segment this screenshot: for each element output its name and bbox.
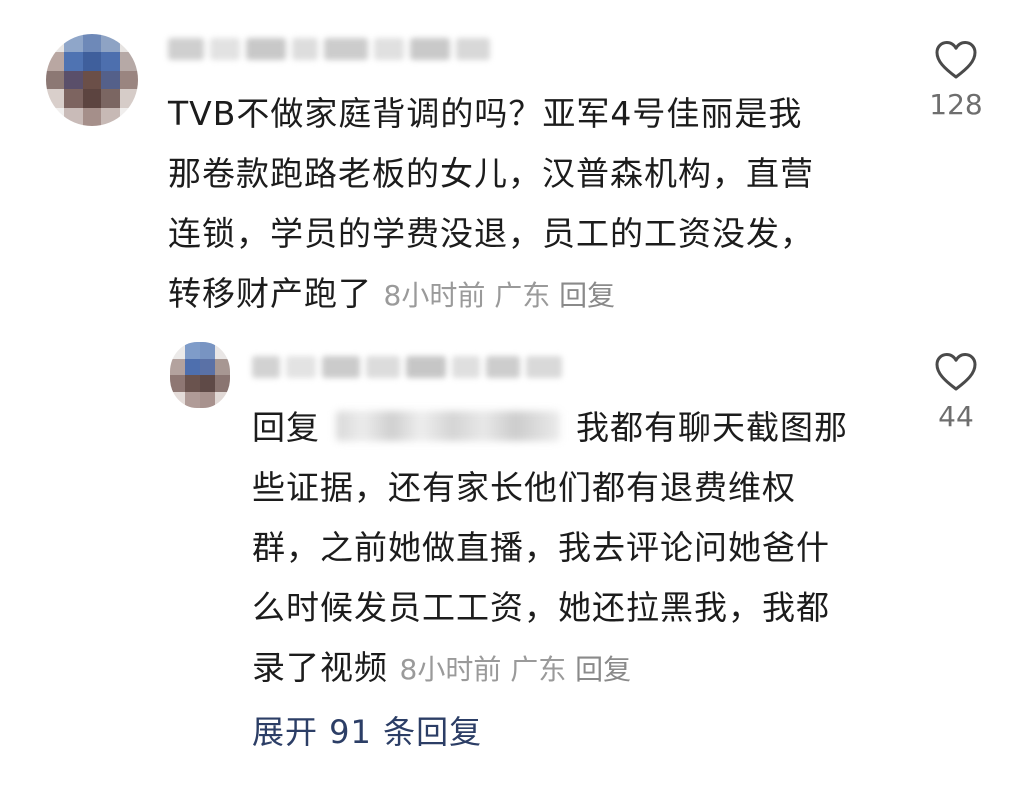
comment-location: 广东 — [494, 279, 551, 312]
reply-location: 广东 — [510, 653, 567, 686]
reply-first-line: 回复 我都有聊天截图那 — [252, 398, 848, 458]
heart-outline-icon — [935, 41, 977, 79]
reply-line: 录了视频 — [252, 648, 388, 687]
mentioned-username-redacted[interactable] — [336, 410, 560, 441]
reply-line: 么时候发员工工资，她还拉黑我，我都 — [252, 588, 830, 627]
comment-line: 连锁，学员的学费没退，员工的工资没发， — [168, 214, 814, 253]
comment-last-line: 转移财产跑了 8小时前 广东 回复 — [168, 264, 814, 326]
reply-time: 8小时前 — [399, 653, 502, 686]
commenter-username-redacted[interactable] — [168, 38, 490, 60]
expand-replies-button[interactable]: 展开 91 条回复 — [252, 707, 482, 753]
reply-reply-button[interactable]: 回复 — [575, 653, 631, 686]
comment-reply-button[interactable]: 回复 — [559, 279, 615, 312]
comment-body: TVB不做家庭背调的吗？亚军4号佳丽是我 那卷款跑路老板的女儿，汉普森机构，直营… — [168, 84, 814, 326]
comment-line: 转移财产跑了 — [168, 274, 372, 313]
comment-meta: 8小时前 广东 回复 — [384, 279, 616, 312]
reply-like-button[interactable]: 44 — [911, 352, 1001, 433]
comment-line: TVB不做家庭背调的吗？亚军4号佳丽是我 — [168, 94, 803, 133]
reply-line: 些证据，还有家长他们都有退费维权 — [252, 468, 796, 507]
reply-meta: 8小时前 广东 回复 — [400, 653, 632, 686]
comment-like-button[interactable]: 128 — [911, 40, 1001, 121]
heart-outline-icon — [935, 353, 977, 391]
comment-time: 8小时前 — [383, 279, 486, 312]
reply-line: 我都有聊天截图那 — [576, 408, 848, 447]
commenter-avatar[interactable] — [46, 34, 138, 126]
reply-last-line: 录了视频 8小时前 广东 回复 — [252, 638, 848, 700]
reply-prefix: 回复 — [252, 408, 320, 447]
reply-line: 群，之前她做直播，我去评论问她爸什 — [252, 528, 830, 567]
replier-avatar[interactable] — [170, 342, 230, 408]
replier-username-redacted[interactable] — [252, 356, 562, 378]
reply-body: 回复 我都有聊天截图那 些证据，还有家长他们都有退费维权 群，之前她做直播，我去评… — [252, 398, 848, 700]
comment-line: 那卷款跑路老板的女儿，汉普森机构，直营 — [168, 154, 814, 193]
comment-like-count: 128 — [929, 88, 983, 121]
reply-like-count: 44 — [938, 400, 974, 433]
